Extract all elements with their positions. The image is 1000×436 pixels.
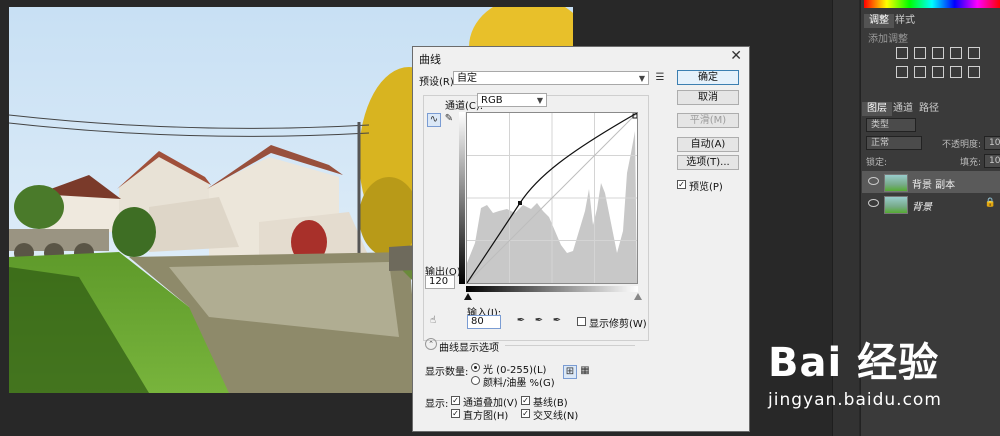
black-eyedropper-icon[interactable]: ✒ [515, 315, 527, 327]
add-adjustment-label: 添加调整 [868, 34, 908, 45]
baseline-checkbox[interactable]: ✓ [521, 396, 530, 405]
pigment-radio[interactable] [471, 376, 480, 385]
layer-row[interactable]: 背景 副本 [862, 171, 1000, 193]
vibrance-icon[interactable] [968, 47, 980, 59]
preset-label: 预设(R): [419, 77, 458, 88]
expand-chevron-icon[interactable]: ⌃ [425, 338, 437, 350]
exposure-icon[interactable] [950, 47, 962, 59]
cancel-button[interactable]: 取消 [677, 90, 739, 105]
intersection-checkbox[interactable]: ✓ [521, 409, 530, 418]
light-radio[interactable] [471, 363, 480, 372]
hand-adjust-icon[interactable]: ☝ [427, 315, 439, 327]
curve-graph[interactable] [466, 112, 638, 284]
close-icon[interactable]: ✕ [730, 48, 742, 64]
eye-icon[interactable] [868, 177, 879, 185]
layer-row[interactable]: 背景 🔒 [862, 193, 1000, 215]
layer-thumbnail [884, 174, 908, 192]
brightness-icon[interactable] [896, 47, 908, 59]
smooth-button[interactable]: 平滑(M) [677, 113, 739, 128]
grid-10-icon[interactable]: ▦ [579, 365, 591, 377]
display-label: 显示: [425, 399, 449, 410]
input-gradient-bar [466, 286, 638, 292]
opacity-field[interactable]: 100 [984, 136, 1000, 150]
lock-icon: 🔒 [984, 198, 996, 208]
show-clipping-checkbox[interactable] [577, 317, 586, 326]
fill-field[interactable]: 100 [984, 154, 1000, 168]
layer-thumbnail [884, 196, 908, 214]
channel-select[interactable]: RGB ▼ [477, 93, 547, 107]
pigment-label: 颜料/油墨 %(G) [483, 378, 555, 389]
preview-label: 预览(P) [689, 182, 723, 193]
balance-icon[interactable] [914, 66, 926, 78]
layer-name: 背景 [912, 202, 932, 213]
eye-icon[interactable] [868, 199, 879, 207]
white-point-slider[interactable] [634, 293, 642, 300]
ok-button[interactable]: 确定 [677, 70, 739, 85]
input-field[interactable]: 80 [467, 315, 501, 329]
curve-options-label: 曲线显示选项 [439, 343, 499, 354]
blend-mode-select[interactable]: 正常 [866, 136, 922, 150]
output-field[interactable]: 120 [425, 275, 455, 289]
curve-point-tool-icon[interactable]: ∿ [427, 113, 441, 127]
bw-icon[interactable] [932, 66, 944, 78]
preset-options-icon[interactable]: ☰ [654, 72, 666, 84]
layer-kind-filter[interactable]: 类型 [866, 118, 916, 132]
fill-label: 填充: [960, 158, 982, 168]
adjustment-icons [893, 45, 993, 83]
auto-button[interactable]: 自动(A) [677, 137, 739, 152]
channel-value: RGB [481, 95, 503, 106]
gray-eyedropper-icon[interactable]: ✒ [533, 315, 545, 327]
dialog-title: 曲线 [419, 53, 441, 66]
hue-icon[interactable] [896, 66, 908, 78]
mixer-icon[interactable] [968, 66, 980, 78]
layer-name: 背景 副本 [912, 180, 956, 191]
chevron-down-icon: ▼ [638, 74, 645, 83]
preset-select[interactable]: 自定 ▼ [453, 71, 649, 85]
curves-icon[interactable] [932, 47, 944, 59]
tab-styles[interactable]: 样式 [890, 14, 920, 28]
histogram-checkbox[interactable]: ✓ [451, 409, 460, 418]
channel-overlay-checkbox[interactable]: ✓ [451, 396, 460, 405]
watermark-url: jingyan.baidu.com [768, 390, 942, 410]
black-point-slider[interactable] [464, 293, 472, 300]
chevron-down-icon: ▼ [536, 96, 543, 105]
watermark-logo: Bai 经验 [768, 340, 940, 386]
preview-checkbox[interactable]: ✓ [677, 180, 686, 189]
show-amount-label: 显示数量: [425, 367, 469, 378]
curve-point [518, 201, 522, 205]
intersection-label: 交叉线(N) [533, 411, 579, 422]
histogram-label: 直方图(H) [463, 411, 509, 422]
preset-value: 自定 [457, 73, 477, 84]
pencil-icon[interactable]: ✎ [443, 113, 455, 125]
tab-paths[interactable]: 路径 [914, 102, 944, 116]
baidu-watermark: Bai 经验 jingyan.baidu.com [768, 330, 941, 410]
white-eyedropper-icon[interactable]: ✒ [551, 315, 563, 327]
color-spectrum-bar[interactable] [864, 0, 1000, 8]
levels-icon[interactable] [914, 47, 926, 59]
show-clipping-label: 显示修剪(W) [589, 319, 647, 330]
options-button[interactable]: 选项(T)... [677, 155, 739, 170]
opacity-label: 不透明度: [942, 140, 982, 150]
output-gradient-bar [459, 112, 465, 284]
grid-4-icon[interactable]: ⊞ [563, 365, 577, 379]
separator [505, 345, 635, 346]
lock-label: 锁定: [866, 158, 888, 168]
photo-filter-icon[interactable] [950, 66, 962, 78]
